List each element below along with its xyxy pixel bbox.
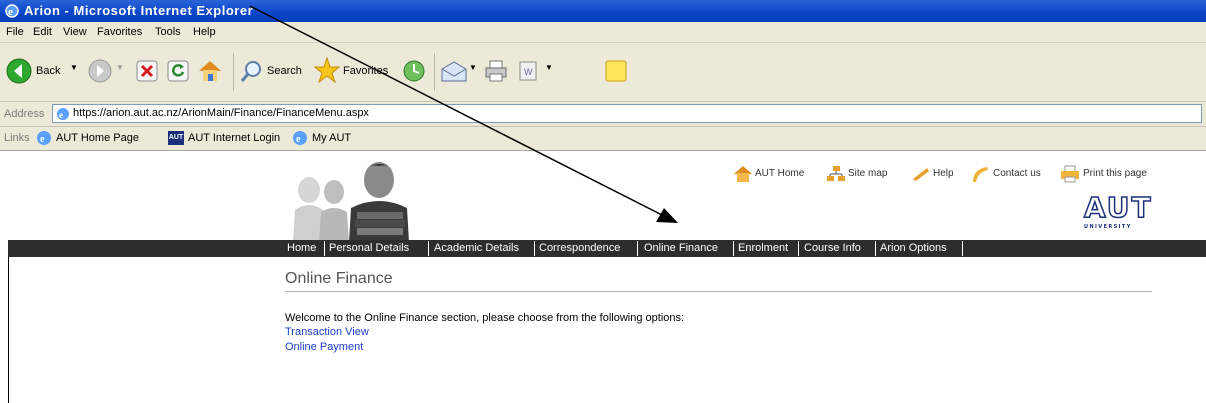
home-icon	[734, 166, 752, 182]
site-map-link[interactable]: Site map	[848, 168, 887, 179]
link-aut-home-page[interactable]: AUT Home Page	[56, 132, 139, 144]
link-my-aut[interactable]: My AUT	[312, 132, 351, 144]
sticky-note-icon	[605, 60, 627, 82]
nav-home[interactable]: Home	[287, 242, 316, 254]
edit-document-icon: W	[519, 61, 537, 81]
back-arrow-icon	[6, 58, 32, 84]
address-input[interactable]: e https://arion.aut.ac.nz/ArionMain/Fina…	[52, 104, 1202, 123]
link-aut-internet-login[interactable]: AUT Internet Login	[188, 132, 280, 144]
history-icon	[403, 60, 425, 82]
favorites-button[interactable]: Favorites	[314, 51, 398, 91]
history-button[interactable]	[400, 51, 428, 91]
nav-online-finance[interactable]: Online Finance	[644, 242, 718, 254]
back-label: Back	[36, 65, 61, 77]
menu-favorites[interactable]: Favorites	[97, 26, 142, 38]
nav-arion-options[interactable]: Arion Options	[880, 242, 947, 254]
nav-academic-details[interactable]: Academic Details	[434, 242, 519, 254]
aut-logo-subtext: UNIVERSITY	[1084, 224, 1132, 230]
menu-edit[interactable]: Edit	[33, 26, 52, 38]
welcome-text: Welcome to the Online Finance section, p…	[285, 312, 685, 324]
svg-text:e: e	[8, 6, 13, 18]
window-title-bar[interactable]: e Arion - Microsoft Internet Explorer	[0, 0, 1206, 22]
home-icon	[199, 61, 221, 81]
online-payment-link[interactable]: Online Payment	[285, 341, 363, 353]
students-banner-image	[293, 162, 409, 242]
menu-file[interactable]: File	[6, 26, 24, 38]
svg-text:e: e	[296, 134, 301, 145]
aut-badge-icon: AUT	[168, 131, 184, 145]
edit-button[interactable]: W ▼	[518, 51, 556, 91]
standard-toolbar: Back ▼ ▼ Search Favorites ▼ W ▼	[0, 43, 1206, 102]
page-content	[0, 151, 1206, 403]
mail-button[interactable]: ▼	[440, 51, 480, 91]
favorites-label: Favorites	[343, 65, 389, 77]
search-button[interactable]: Search	[240, 51, 312, 91]
title-divider	[285, 291, 1152, 292]
address-label: Address	[4, 108, 45, 120]
print-this-page-link[interactable]: Print this page	[1083, 168, 1147, 179]
links-bar: Links e AUT Home Page AUT AUT Internet L…	[0, 127, 1206, 151]
address-url: https://arion.aut.ac.nz/ArionMain/Financ…	[73, 107, 369, 119]
aut-logo-text: AUT	[1083, 190, 1153, 225]
help-icon	[913, 168, 929, 181]
svg-text:e: e	[59, 110, 63, 120]
refresh-icon	[167, 60, 189, 82]
window-title: Arion - Microsoft Internet Explorer	[24, 3, 254, 18]
aut-home-link[interactable]: AUT Home	[755, 168, 804, 179]
notes-button[interactable]	[605, 51, 631, 91]
forward-button[interactable]: ▼	[86, 51, 130, 91]
internet-explorer-icon: e	[5, 4, 19, 18]
page-title: Online Finance	[285, 270, 393, 287]
print-button[interactable]	[484, 51, 510, 91]
stop-button[interactable]	[134, 51, 160, 91]
nav-enrolment[interactable]: Enrolment	[738, 242, 788, 254]
ie-page-icon: e	[37, 131, 51, 145]
help-link[interactable]: Help	[933, 168, 954, 179]
home-button[interactable]	[197, 51, 225, 91]
mail-dropdown-icon: ▼	[469, 63, 477, 72]
back-dropdown-icon: ▼	[70, 63, 78, 72]
transaction-view-link[interactable]: Transaction View	[285, 326, 369, 338]
menu-bar: File Edit View Favorites Tools Help	[0, 22, 1206, 43]
forward-arrow-icon	[88, 59, 112, 83]
stop-icon	[136, 60, 158, 82]
svg-text:W: W	[524, 67, 533, 77]
forward-dropdown-icon: ▼	[116, 63, 124, 72]
links-label: Links	[4, 132, 30, 144]
mail-icon	[441, 61, 467, 82]
svg-text:e: e	[40, 134, 45, 145]
ie-page-icon: e	[293, 131, 307, 145]
back-button[interactable]: Back ▼	[4, 51, 82, 91]
contact-us-link[interactable]: Contact us	[993, 168, 1041, 179]
search-label: Search	[267, 65, 302, 77]
menu-help[interactable]: Help	[193, 26, 216, 38]
print-icon	[1061, 165, 1079, 183]
address-bar: Address e https://arion.aut.ac.nz/ArionM…	[0, 102, 1206, 127]
printer-icon	[485, 60, 507, 82]
favorites-star-icon	[314, 57, 340, 83]
page-icon: e	[57, 108, 69, 120]
site-map-icon	[827, 166, 845, 181]
nav-correspondence[interactable]: Correspondence	[539, 242, 620, 254]
phone-icon	[973, 167, 988, 182]
search-icon	[240, 61, 261, 82]
edit-dropdown-icon: ▼	[545, 63, 553, 72]
nav-personal-details[interactable]: Personal Details	[329, 242, 409, 254]
aut-university-logo: AUT UNIVERSITY	[1082, 189, 1154, 233]
nav-course-info[interactable]: Course Info	[804, 242, 861, 254]
menu-view[interactable]: View	[63, 26, 87, 38]
refresh-button[interactable]	[165, 51, 191, 91]
menu-tools[interactable]: Tools	[155, 26, 181, 38]
content-border	[8, 240, 9, 403]
